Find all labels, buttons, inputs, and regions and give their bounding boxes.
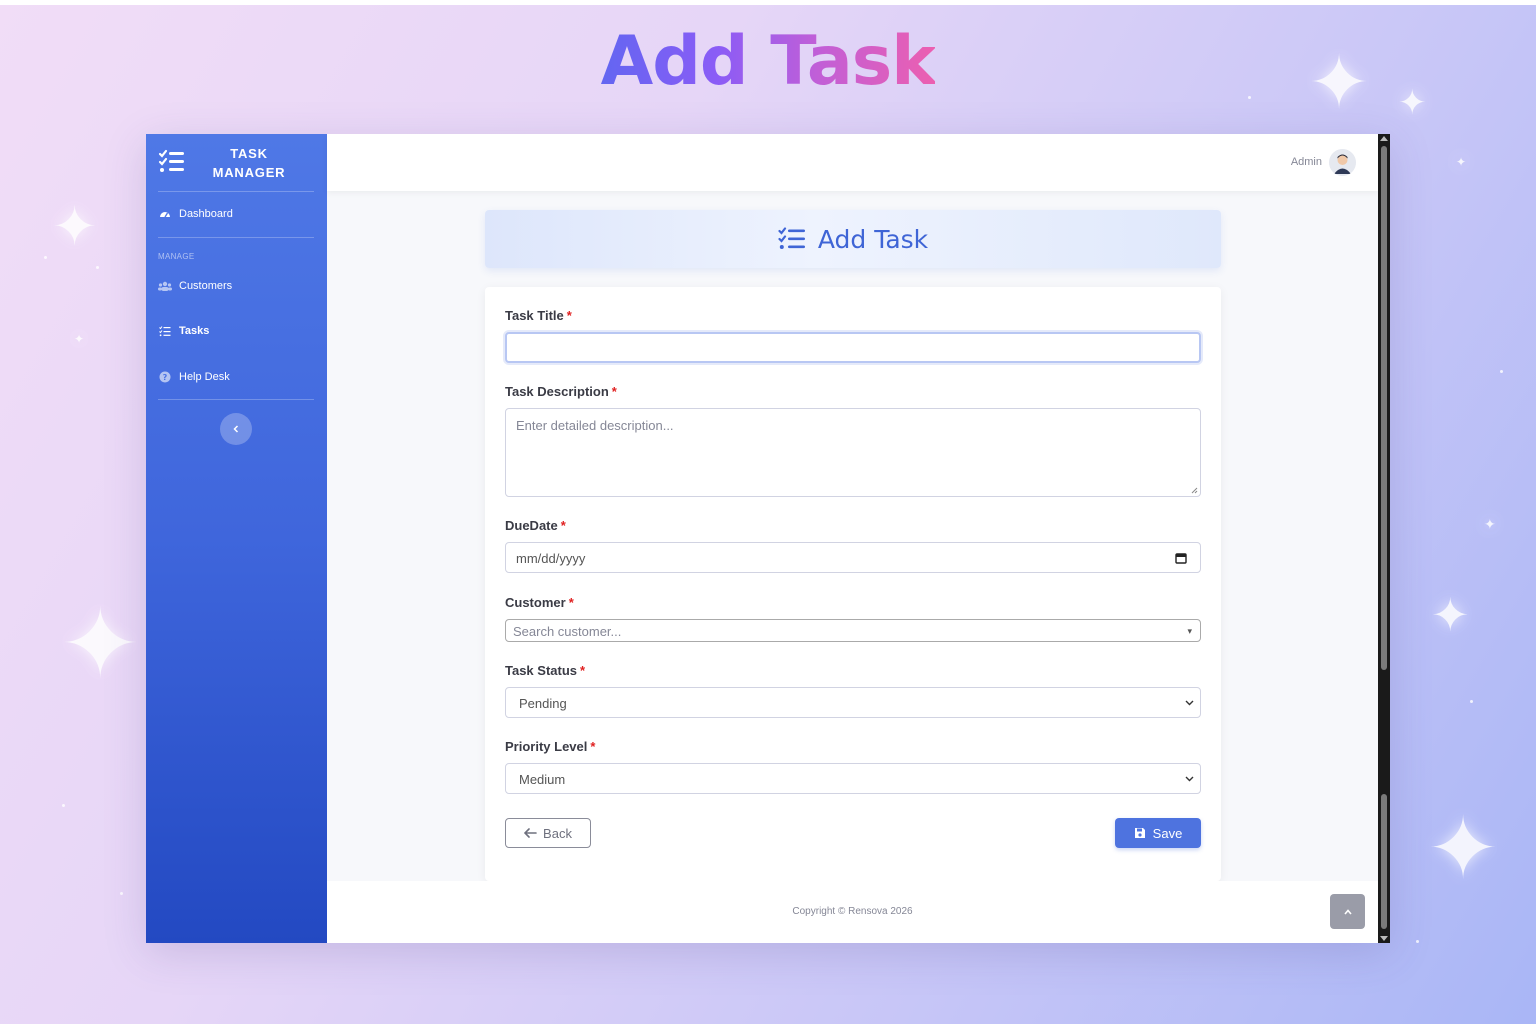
due-date-placeholder: mm/dd/yyyy	[516, 551, 586, 566]
sidebar-toggle-button[interactable]	[220, 413, 252, 445]
content-area: Admin Add Task Task Title * Task Descrip…	[327, 134, 1378, 943]
sidebar-heading: MANAGE	[158, 252, 195, 261]
users-icon	[158, 279, 172, 293]
task-status-value: Pending	[519, 696, 567, 711]
task-status-label: Task Status *	[505, 663, 586, 678]
sparkle-dot	[1416, 940, 1419, 943]
task-title-label: Task Title *	[505, 308, 572, 323]
caret-down-icon: ▾	[1187, 626, 1192, 636]
customer-placeholder: Search customer...	[513, 624, 622, 639]
topbar: Admin	[327, 134, 1378, 191]
task-status-select[interactable]: Pending	[505, 687, 1201, 718]
footer: Copyright © Rensova 2026	[327, 881, 1378, 943]
arrow-left-icon	[524, 828, 537, 838]
task-title-input[interactable]	[505, 332, 1201, 363]
sparkle-icon: ✦	[1484, 517, 1496, 533]
scrollbar-thumb[interactable]	[1381, 146, 1387, 670]
sidebar-divider	[158, 237, 314, 238]
calendar-icon[interactable]	[1175, 552, 1187, 564]
task-description-textarea[interactable]: Enter detailed description...	[505, 408, 1201, 497]
brand-text: TASK MANAGER	[212, 146, 286, 180]
sidebar-item-tasks[interactable]: Tasks	[158, 319, 318, 343]
priority-level-value: Medium	[519, 772, 566, 787]
back-button[interactable]: Back	[505, 818, 591, 848]
priority-level-select[interactable]: Medium	[505, 763, 1201, 794]
save-label: Save	[1152, 825, 1183, 841]
sidebar-item-dashboard[interactable]: Dashboard	[158, 202, 318, 226]
chevron-down-icon	[1185, 776, 1194, 782]
sparkle-icon: ✦	[1456, 155, 1467, 169]
app-window: TASK MANAGER Dashboard MANAGE Customers …	[146, 134, 1390, 943]
list-check-icon	[158, 324, 172, 338]
save-button[interactable]: Save	[1115, 818, 1201, 848]
sidebar-item-label: Dashboard	[179, 208, 233, 220]
chevron-down-icon	[1185, 700, 1194, 706]
brand[interactable]: TASK MANAGER	[146, 134, 327, 192]
copyright-text: Copyright © Rensova 2026	[792, 906, 913, 917]
customer-label: Customer *	[505, 595, 574, 610]
sparkle-dot	[62, 804, 65, 807]
user-name[interactable]: Admin	[1291, 156, 1322, 168]
user-avatar-icon	[1329, 149, 1356, 176]
sidebar-item-label: Help Desk	[179, 371, 230, 383]
avatar[interactable]	[1329, 149, 1356, 176]
back-label: Back	[543, 825, 572, 841]
tachometer-icon	[158, 207, 172, 221]
page-title: Add Task	[817, 224, 929, 254]
sparkle-dot	[96, 266, 99, 269]
sidebar: TASK MANAGER Dashboard MANAGE Customers …	[146, 134, 327, 943]
list-check-icon	[778, 227, 805, 249]
sparkle-dot	[44, 256, 47, 259]
sidebar-item-customers[interactable]: Customers	[158, 274, 318, 298]
scrollbar-thumb[interactable]	[1381, 794, 1387, 929]
sidebar-divider	[158, 191, 314, 192]
priority-level-label: Priority Level *	[505, 739, 596, 754]
sparkle-icon: ✦	[74, 332, 85, 346]
vertical-scrollbar[interactable]	[1378, 134, 1390, 943]
hero-title: Add Task	[600, 22, 937, 101]
floppy-disk-icon	[1134, 828, 1145, 838]
scroll-down-arrow[interactable]	[1380, 936, 1388, 941]
sparkle-dot	[1500, 370, 1503, 373]
due-date-label: DueDate *	[505, 518, 566, 533]
sparkle-dot	[120, 892, 123, 895]
customer-select[interactable]: Search customer... ▾	[505, 619, 1201, 642]
list-check-icon	[158, 149, 184, 172]
sidebar-item-label: Customers	[179, 280, 233, 292]
scroll-to-top-button[interactable]	[1330, 894, 1365, 929]
sparkle-dot	[1470, 700, 1473, 703]
sparkle-icon: ✦	[1427, 799, 1500, 899]
description-placeholder: Enter detailed description...	[516, 418, 674, 433]
sparkle-icon: ✦	[60, 588, 141, 700]
due-date-input[interactable]: mm/dd/yyyy	[505, 542, 1201, 573]
add-task-form: Task Title * Task Description * Enter deta…	[485, 287, 1221, 881]
task-description-label: Task Description *	[505, 384, 617, 399]
sidebar-item-label: Tasks	[179, 325, 210, 337]
sidebar-divider	[158, 399, 314, 400]
resize-handle-icon	[1191, 487, 1198, 494]
top-strip	[0, 0, 1536, 5]
page-header: Add Task	[485, 210, 1221, 268]
sparkle-icon: ✦	[1431, 588, 1470, 642]
sidebar-item-help-desk[interactable]: ? Help Desk	[158, 365, 318, 389]
chevron-up-icon	[1343, 908, 1352, 915]
question-circle-icon: ?	[158, 370, 172, 384]
chevron-left-icon	[233, 425, 239, 433]
sparkle-icon: ✦	[52, 195, 98, 258]
svg-text:?: ?	[163, 373, 168, 382]
scroll-up-arrow[interactable]	[1380, 136, 1388, 141]
